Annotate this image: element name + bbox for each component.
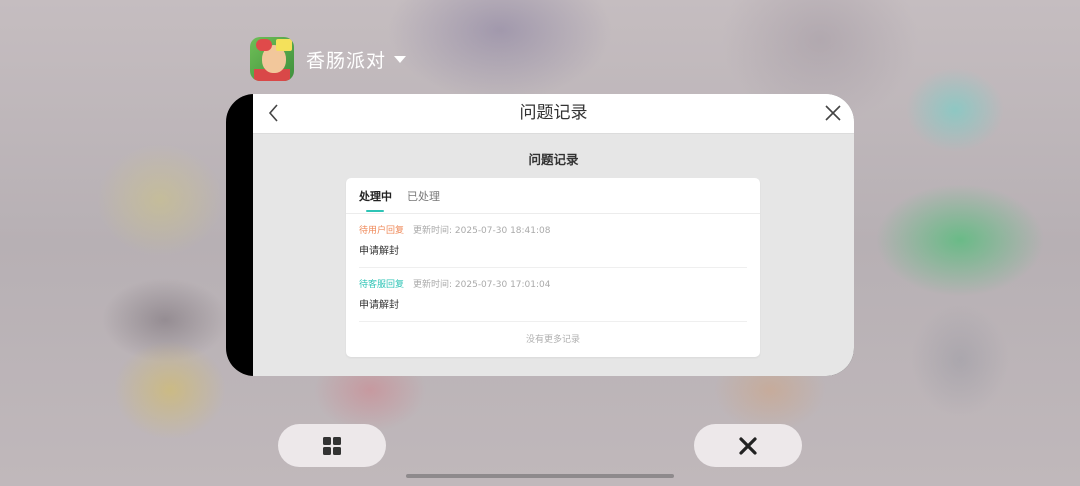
app-name: 香肠派对 (306, 49, 387, 72)
close-button[interactable] (822, 102, 844, 124)
active-tab-indicator (366, 210, 384, 212)
top-bar: 问题记录 (253, 94, 854, 134)
sausage-party-app-icon[interactable] (250, 37, 294, 81)
status-badge: 待用户回复 (359, 226, 405, 236)
record-content: 申请解封 (359, 300, 399, 311)
status-badge: 待客服回复 (359, 280, 405, 290)
close-icon (739, 436, 757, 455)
split-screen-button[interactable] (278, 424, 386, 467)
list-item[interactable]: 待用户回复 更新时间: 2025-07-30 18:41:08 申请解封 (359, 214, 747, 268)
tab-bar: 处理中 已处理 (346, 178, 760, 214)
app-window-preview[interactable]: 问题记录 问题记录 处理中 已处理 待用户回复 更新时间: 2025-07-30 … (226, 94, 854, 376)
app-switcher-header[interactable]: 香肠派对 (250, 37, 407, 81)
tab-processing[interactable]: 处理中 (359, 188, 392, 204)
page-title: 问题记录 (519, 103, 588, 123)
close-window-button[interactable] (694, 424, 802, 467)
home-indicator[interactable] (406, 474, 674, 478)
update-time: 更新时间: 2025-07-30 17:01:04 (413, 280, 551, 290)
caret-down-icon[interactable] (394, 55, 407, 63)
list-item[interactable]: 待客服回复 更新时间: 2025-07-30 17:01:04 申请解封 (359, 268, 747, 322)
grid-icon (323, 436, 341, 455)
tab-processed[interactable]: 已处理 (407, 188, 440, 204)
no-more-records-text: 没有更多记录 (525, 335, 580, 345)
close-icon (825, 105, 841, 121)
section-title: 问题记录 (528, 152, 579, 167)
update-time: 更新时间: 2025-07-30 18:41:08 (413, 226, 551, 236)
records-card: 处理中 已处理 待用户回复 更新时间: 2025-07-30 18:41:08 申… (346, 178, 760, 357)
webview-panel: 问题记录 问题记录 处理中 已处理 待用户回复 更新时间: 2025-07-30 … (253, 94, 854, 376)
record-content: 申请解封 (359, 246, 399, 257)
